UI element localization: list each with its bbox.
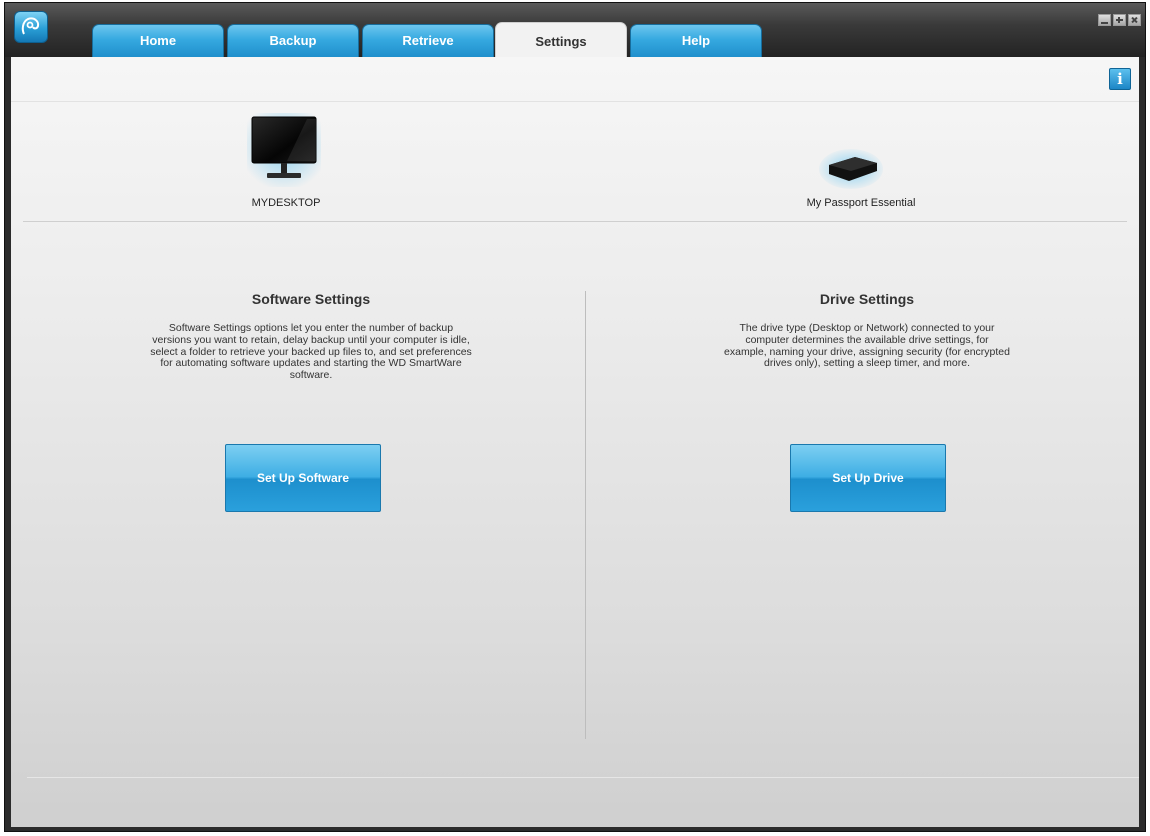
set-up-software-button[interactable]: Set Up Software — [225, 444, 381, 512]
panel-divider — [585, 291, 586, 739]
tab-settings[interactable]: Settings — [495, 22, 627, 58]
device-row-divider — [23, 221, 1127, 222]
settings-page: i MYDESKTOP My Passport Essential Softwa… — [11, 57, 1139, 827]
close-icon[interactable] — [1128, 14, 1141, 26]
maximize-icon[interactable] — [1113, 14, 1126, 26]
top-divider — [11, 101, 1139, 102]
drive-settings-title: Drive Settings — [819, 291, 915, 307]
tab-home[interactable]: Home — [92, 24, 224, 57]
info-icon[interactable]: i — [1109, 68, 1131, 90]
title-bar: Home Backup Retrieve Settings Help — [5, 3, 1145, 58]
software-settings-title: Software Settings — [251, 291, 371, 307]
app-logo-icon[interactable] — [14, 11, 48, 43]
drive-settings-description: The drive type (Desktop or Network) conn… — [724, 322, 1010, 370]
desktop-monitor-icon — [247, 113, 321, 187]
tab-backup[interactable]: Backup — [227, 24, 359, 57]
minimize-icon[interactable] — [1098, 14, 1111, 26]
tab-retrieve[interactable]: Retrieve — [362, 24, 494, 57]
external-drive-icon — [819, 149, 883, 189]
app-window: Home Backup Retrieve Settings Help i MYD… — [4, 2, 1146, 832]
tab-help[interactable]: Help — [630, 24, 762, 57]
software-settings-description: Software Settings options let you enter … — [150, 322, 472, 382]
footer-divider — [27, 777, 1139, 778]
computer-label: MYDESKTOP — [251, 197, 321, 209]
set-up-drive-button[interactable]: Set Up Drive — [790, 444, 946, 512]
drive-label: My Passport Essential — [806, 197, 916, 209]
